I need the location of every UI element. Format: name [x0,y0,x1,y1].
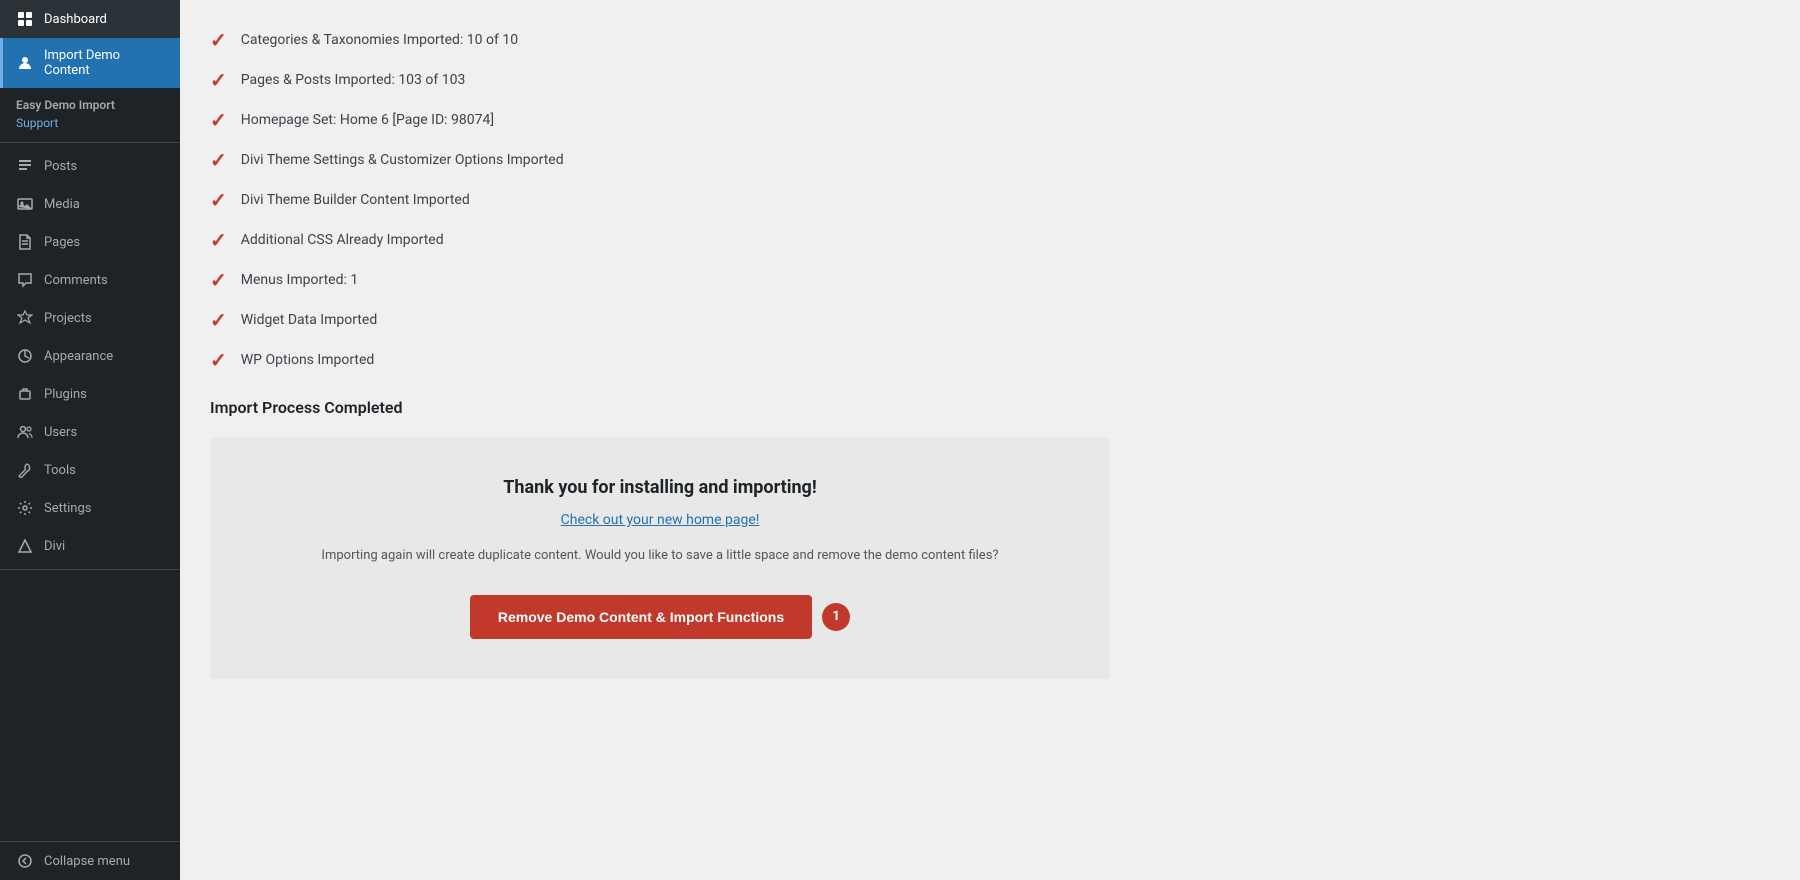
check-icon-widget-data: ✓ [210,310,227,330]
sidebar-item-import-demo-content[interactable]: Import Demo Content [0,38,180,88]
sidebar: Dashboard Import Demo Content Easy Demo … [0,0,180,880]
sidebar-item-projects-label: Projects [44,311,92,326]
check-row-additional-css: ✓ Additional CSS Already Imported [210,220,1770,260]
check-icon-categories: ✓ [210,30,227,50]
sidebar-divider-2 [0,569,180,570]
import-completed-label: Import Process Completed [210,398,1770,417]
sidebar-item-projects[interactable]: Projects [0,299,180,337]
sidebar-item-posts[interactable]: Posts [0,147,180,185]
check-text-additional-css: Additional CSS Already Imported [241,232,444,248]
check-icon-homepage: ✓ [210,110,227,130]
sidebar-item-appearance-label: Appearance [44,349,113,364]
import-demo-icon [16,54,34,72]
check-row-wp-options: ✓ WP Options Imported [210,340,1770,380]
sidebar-item-import-label: Import Demo Content [44,48,164,78]
sidebar-item-pages-label: Pages [44,235,80,250]
thank-you-box: Thank you for installing and importing! … [210,437,1110,679]
check-text-pages-posts: Pages & Posts Imported: 103 of 103 [241,72,466,88]
media-icon [16,195,34,213]
sidebar-item-plugins[interactable]: Plugins [0,375,180,413]
sidebar-item-settings-label: Settings [44,501,91,516]
projects-icon [16,309,34,327]
sidebar-item-dashboard[interactable]: Dashboard [0,0,180,38]
collapse-icon [16,852,34,870]
sidebar-item-divi-label: Divi [44,539,65,554]
check-list: ✓ Categories & Taxonomies Imported: 10 o… [210,20,1770,380]
remove-btn-wrapper: Remove Demo Content & Import Functions 1 [240,595,1080,639]
check-text-menus: Menus Imported: 1 [241,272,358,288]
sidebar-item-media-label: Media [44,197,80,212]
main-content: ✓ Categories & Taxonomies Imported: 10 o… [180,0,1800,880]
check-icon-divi-settings: ✓ [210,150,227,170]
plugins-icon [16,385,34,403]
sidebar-item-comments[interactable]: Comments [0,261,180,299]
divi-icon [16,537,34,555]
support-link[interactable]: Support [0,114,180,138]
remove-demo-button[interactable]: Remove Demo Content & Import Functions [470,595,812,639]
check-row-divi-settings: ✓ Divi Theme Settings & Customizer Optio… [210,140,1770,180]
badge-count: 1 [822,603,850,631]
check-icon-divi-builder: ✓ [210,190,227,210]
sidebar-item-divi[interactable]: Divi [0,527,180,565]
check-row-divi-builder: ✓ Divi Theme Builder Content Imported [210,180,1770,220]
check-row-homepage: ✓ Homepage Set: Home 6 [Page ID: 98074] [210,100,1770,140]
sidebar-item-pages[interactable]: Pages [0,223,180,261]
check-row-categories: ✓ Categories & Taxonomies Imported: 10 o… [210,20,1770,60]
easy-demo-import-label: Easy Demo Import [0,88,180,114]
sidebar-item-settings[interactable]: Settings [0,489,180,527]
posts-icon [16,157,34,175]
sidebar-item-tools[interactable]: Tools [0,451,180,489]
check-row-pages-posts: ✓ Pages & Posts Imported: 103 of 103 [210,60,1770,100]
tools-icon [16,461,34,479]
check-text-divi-builder: Divi Theme Builder Content Imported [241,192,470,208]
check-icon-additional-css: ✓ [210,230,227,250]
check-text-wp-options: WP Options Imported [241,352,375,368]
sidebar-item-users-label: Users [44,425,77,440]
sidebar-collapse-label: Collapse menu [44,854,130,869]
sidebar-item-media[interactable]: Media [0,185,180,223]
sidebar-item-tools-label: Tools [44,463,76,478]
check-text-divi-settings: Divi Theme Settings & Customizer Options… [241,152,564,168]
check-text-widget-data: Widget Data Imported [241,312,377,328]
check-icon-wp-options: ✓ [210,350,227,370]
thank-you-title: Thank you for installing and importing! [240,477,1080,498]
comments-icon [16,271,34,289]
check-icon-pages-posts: ✓ [210,70,227,90]
check-text-categories: Categories & Taxonomies Imported: 10 of … [241,32,518,48]
appearance-icon [16,347,34,365]
thank-you-description: Importing again will create duplicate co… [240,546,1080,567]
check-icon-menus: ✓ [210,270,227,290]
sidebar-item-posts-label: Posts [44,159,77,174]
sidebar-item-plugins-label: Plugins [44,387,87,402]
check-text-homepage: Homepage Set: Home 6 [Page ID: 98074] [241,112,494,128]
pages-icon [16,233,34,251]
settings-icon [16,499,34,517]
sidebar-collapse-menu[interactable]: Collapse menu [0,841,180,880]
sidebar-item-comments-label: Comments [44,273,108,288]
check-row-widget-data: ✓ Widget Data Imported [210,300,1770,340]
check-row-menus: ✓ Menus Imported: 1 [210,260,1770,300]
sidebar-divider-1 [0,142,180,143]
sidebar-item-users[interactable]: Users [0,413,180,451]
home-page-link[interactable]: Check out your new home page! [240,512,1080,528]
users-icon [16,423,34,441]
sidebar-item-appearance[interactable]: Appearance [0,337,180,375]
dashboard-icon [16,10,34,28]
sidebar-item-dashboard-label: Dashboard [44,12,107,27]
